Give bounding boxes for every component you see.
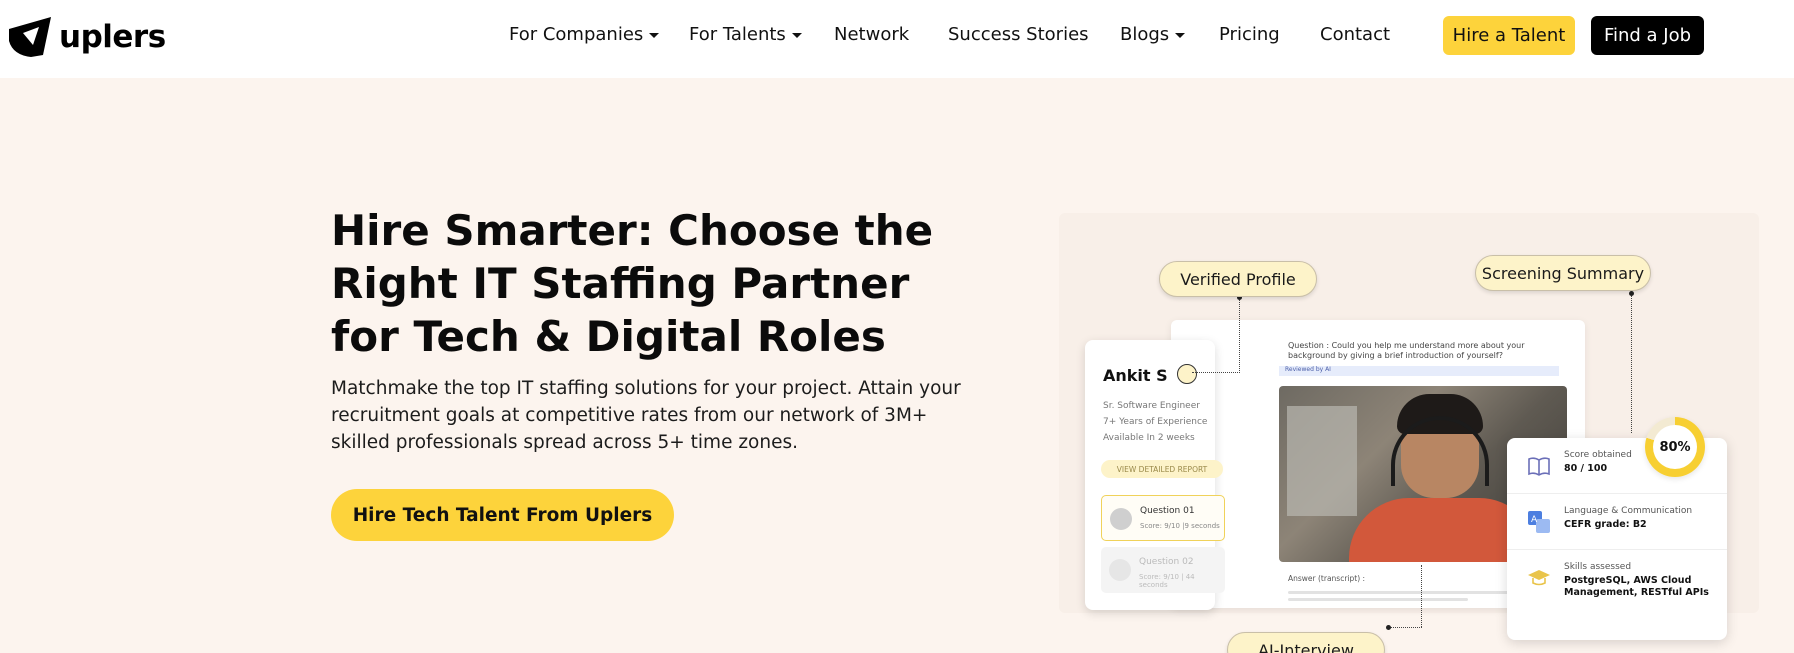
nav-label: For Companies xyxy=(509,24,644,45)
candidate-profile-card: Ankit S Sr. Software Engineer 7+ Years o… xyxy=(1085,340,1225,610)
verified-profile-tag: Verified Profile xyxy=(1159,261,1317,297)
candidate-availability: Available In 2 weeks xyxy=(1103,433,1195,443)
question-item: Question 01 Score: 9/10 |9 seconds xyxy=(1101,495,1225,541)
question-title: Question 02 xyxy=(1139,557,1194,567)
reviewed-by-ai-label: Reviewed by AI xyxy=(1279,366,1559,376)
interview-question: Question : Could you help me understand … xyxy=(1288,341,1525,360)
connector-line xyxy=(1239,298,1240,373)
hero-subtitle: Matchmake the top IT staffing solutions … xyxy=(331,378,961,453)
nav-success-stories[interactable]: Success Stories xyxy=(948,24,1089,45)
candidate-experience: 7+ Years of Experience xyxy=(1103,417,1208,427)
question-title: Question 01 xyxy=(1140,506,1195,516)
view-report-button: VIEW DETAILED REPORT xyxy=(1101,460,1223,478)
nav-for-companies[interactable]: For Companies xyxy=(509,24,660,45)
hero-illustration: Question : Could you help me understand … xyxy=(1059,173,1759,653)
hero-section: Hire Smarter: Choose the Right IT Staffi… xyxy=(0,78,1794,653)
question-score: Score: 9/10 | 44 seconds xyxy=(1139,573,1195,589)
question-item: Question 02 Score: 9/10 | 44 seconds xyxy=(1101,547,1225,593)
graduation-cap-icon xyxy=(1528,570,1550,586)
ai-interview-tag: AI-Interview xyxy=(1227,632,1385,653)
hire-a-talent-button[interactable]: Hire a Talent xyxy=(1443,16,1575,55)
connector-line xyxy=(1631,293,1632,433)
answer-line xyxy=(1288,598,1468,601)
nav-label: Contact xyxy=(1320,24,1391,45)
svg-text:A: A xyxy=(1531,515,1538,525)
connector-line xyxy=(1389,627,1422,628)
top-navbar: uplers For Companies For Talents Network… xyxy=(0,0,1794,78)
chevron-down-icon xyxy=(1175,33,1186,38)
nav-label: Success Stories xyxy=(948,24,1089,45)
play-icon xyxy=(1109,559,1131,581)
summary-row: A Language & Communication CEFR grade: B… xyxy=(1507,494,1727,550)
translate-icon: A xyxy=(1528,511,1550,533)
summary-label: Skills assessed xyxy=(1564,562,1632,572)
chevron-down-icon xyxy=(791,33,802,38)
chevron-down-icon xyxy=(649,33,660,38)
video-background-window xyxy=(1287,406,1357,516)
connector-dot xyxy=(1386,625,1391,630)
summary-row: Skills assessed PostgreSQL, AWS Cloud Ma… xyxy=(1507,550,1727,640)
candidate-role: Sr. Software Engineer xyxy=(1103,401,1200,411)
answer-label: Answer (transcript) : xyxy=(1288,574,1366,583)
nav-blogs[interactable]: Blogs xyxy=(1120,24,1186,45)
audio-wave-icon xyxy=(1110,508,1132,530)
nav-pricing[interactable]: Pricing xyxy=(1219,24,1280,45)
nav-label: Blogs xyxy=(1120,24,1170,45)
nav-contact[interactable]: Contact xyxy=(1320,24,1390,45)
score-percent: 80% xyxy=(1653,425,1697,469)
hero-title: Hire Smarter: Choose the Right IT Staffi… xyxy=(331,206,934,361)
brand-name: uplers xyxy=(59,19,166,55)
nav-label: Network xyxy=(834,24,910,45)
verified-check-icon xyxy=(1177,364,1197,384)
summary-value: PostgreSQL, AWS Cloud Management, RESTfu… xyxy=(1564,575,1709,598)
summary-label: Score obtained xyxy=(1564,450,1632,460)
nav-network[interactable]: Network xyxy=(834,24,909,45)
connector-line xyxy=(1192,372,1240,373)
hire-tech-talent-button[interactable]: Hire Tech Talent From Uplers xyxy=(331,489,674,541)
candidate-name: Ankit S xyxy=(1103,366,1168,385)
nav-label: For Talents xyxy=(689,24,786,45)
answer-line xyxy=(1288,591,1508,594)
find-a-job-button[interactable]: Find a Job xyxy=(1591,16,1704,55)
score-percent-ring: 80% xyxy=(1645,417,1705,477)
nav-label: Pricing xyxy=(1219,24,1280,45)
uplers-logo-icon xyxy=(9,17,51,57)
connector-dot xyxy=(1629,291,1634,296)
summary-value: CEFR grade: B2 xyxy=(1564,519,1647,530)
connector-line xyxy=(1421,565,1422,627)
screening-summary-tag: Screening Summary xyxy=(1475,255,1651,291)
book-icon xyxy=(1528,457,1550,476)
summary-label: Language & Communication xyxy=(1564,506,1693,516)
uplers-logo[interactable]: uplers xyxy=(5,15,166,59)
question-score: Score: 9/10 |9 seconds xyxy=(1140,522,1220,530)
nav-for-talents[interactable]: For Talents xyxy=(689,24,802,45)
